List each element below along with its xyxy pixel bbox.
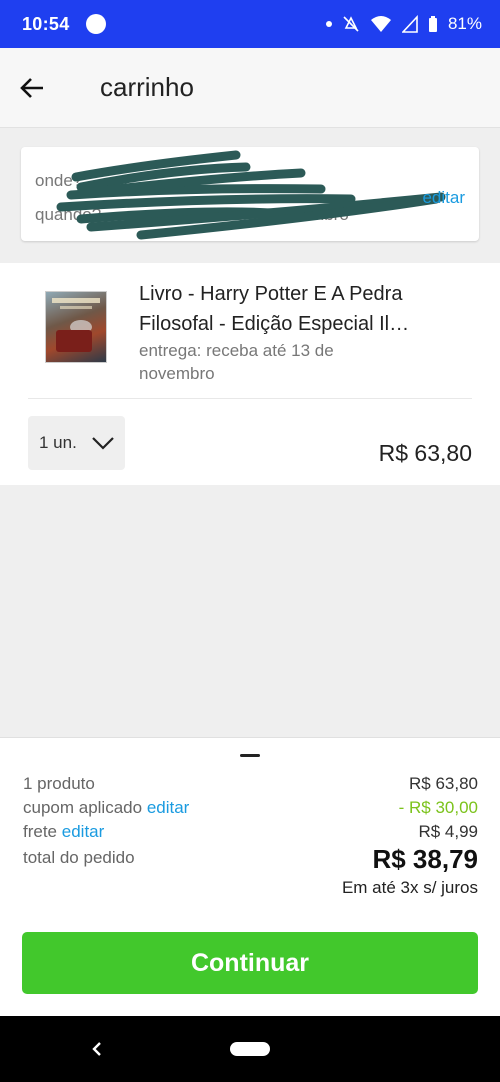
continue-button[interactable]: Continuar	[22, 932, 478, 994]
battery-percent: 81%	[447, 14, 482, 33]
product-image[interactable]	[45, 291, 107, 363]
redaction-scribble	[56, 150, 446, 240]
total-value: R$ 38,79	[372, 844, 478, 874]
product-price: R$ 63,80	[378, 440, 472, 466]
coupon-edit-link[interactable]: editar	[147, 798, 190, 817]
shipping-value: R$ 4,99	[418, 822, 478, 841]
product-delivery-estimate: entrega: receba até 13 de novembro	[139, 341, 334, 383]
system-nav-bar	[0, 1016, 500, 1082]
notification-circle-icon	[85, 14, 106, 34]
total-label: total do pedido	[23, 848, 135, 867]
app-bar: carrinho	[0, 48, 500, 128]
mute-icon	[343, 16, 359, 32]
battery-icon	[428, 16, 437, 32]
divider	[28, 398, 472, 399]
shipping-edit-link[interactable]: editar	[62, 822, 105, 841]
shipping-label: frete	[23, 822, 58, 841]
notification-dot-icon	[325, 21, 332, 27]
summary-shipping-row: frete editar R$ 4,99	[23, 822, 478, 842]
quantity-value: 1 un.	[39, 433, 77, 452]
items-label: 1 produto	[23, 774, 95, 793]
coupon-label: cupom aplicado	[23, 798, 143, 817]
page-title: carrinho	[100, 72, 194, 102]
status-time: 10:54	[22, 13, 70, 34]
product-title[interactable]: Livro - Harry Potter E A Pedra Filosofal…	[139, 279, 449, 339]
status-icons: 81%	[325, 14, 482, 34]
nav-home-pill-icon[interactable]	[230, 1042, 270, 1056]
quantity-select[interactable]: 1 un.	[28, 416, 125, 470]
coupon-value: - R$ 30,00	[398, 798, 478, 817]
delivery-card[interactable]: onde? quando? 13 de novembro editar	[21, 147, 479, 241]
wifi-icon	[370, 16, 391, 32]
signal-icon	[401, 15, 418, 33]
delivery-edit-link[interactable]: editar	[422, 188, 465, 208]
summary-coupon-row: cupom aplicado editar - R$ 30,00	[23, 798, 478, 818]
nav-back-icon[interactable]	[88, 1037, 106, 1061]
installments-text: Em até 3x s/ juros	[341, 878, 478, 897]
status-bar: 10:54 81%	[0, 0, 500, 48]
back-button[interactable]	[2, 58, 62, 118]
chevron-down-icon	[92, 437, 114, 450]
items-value: R$ 63,80	[409, 774, 478, 793]
summary-total-row: total do pedido R$ 38,79	[23, 844, 478, 875]
arrow-left-icon	[20, 77, 43, 98]
order-summary-panel: 1 produto R$ 63,80 cupom aplicado editar…	[0, 737, 500, 1016]
summary-items-row: 1 produto R$ 63,80	[23, 774, 478, 794]
drag-handle[interactable]	[240, 754, 260, 757]
